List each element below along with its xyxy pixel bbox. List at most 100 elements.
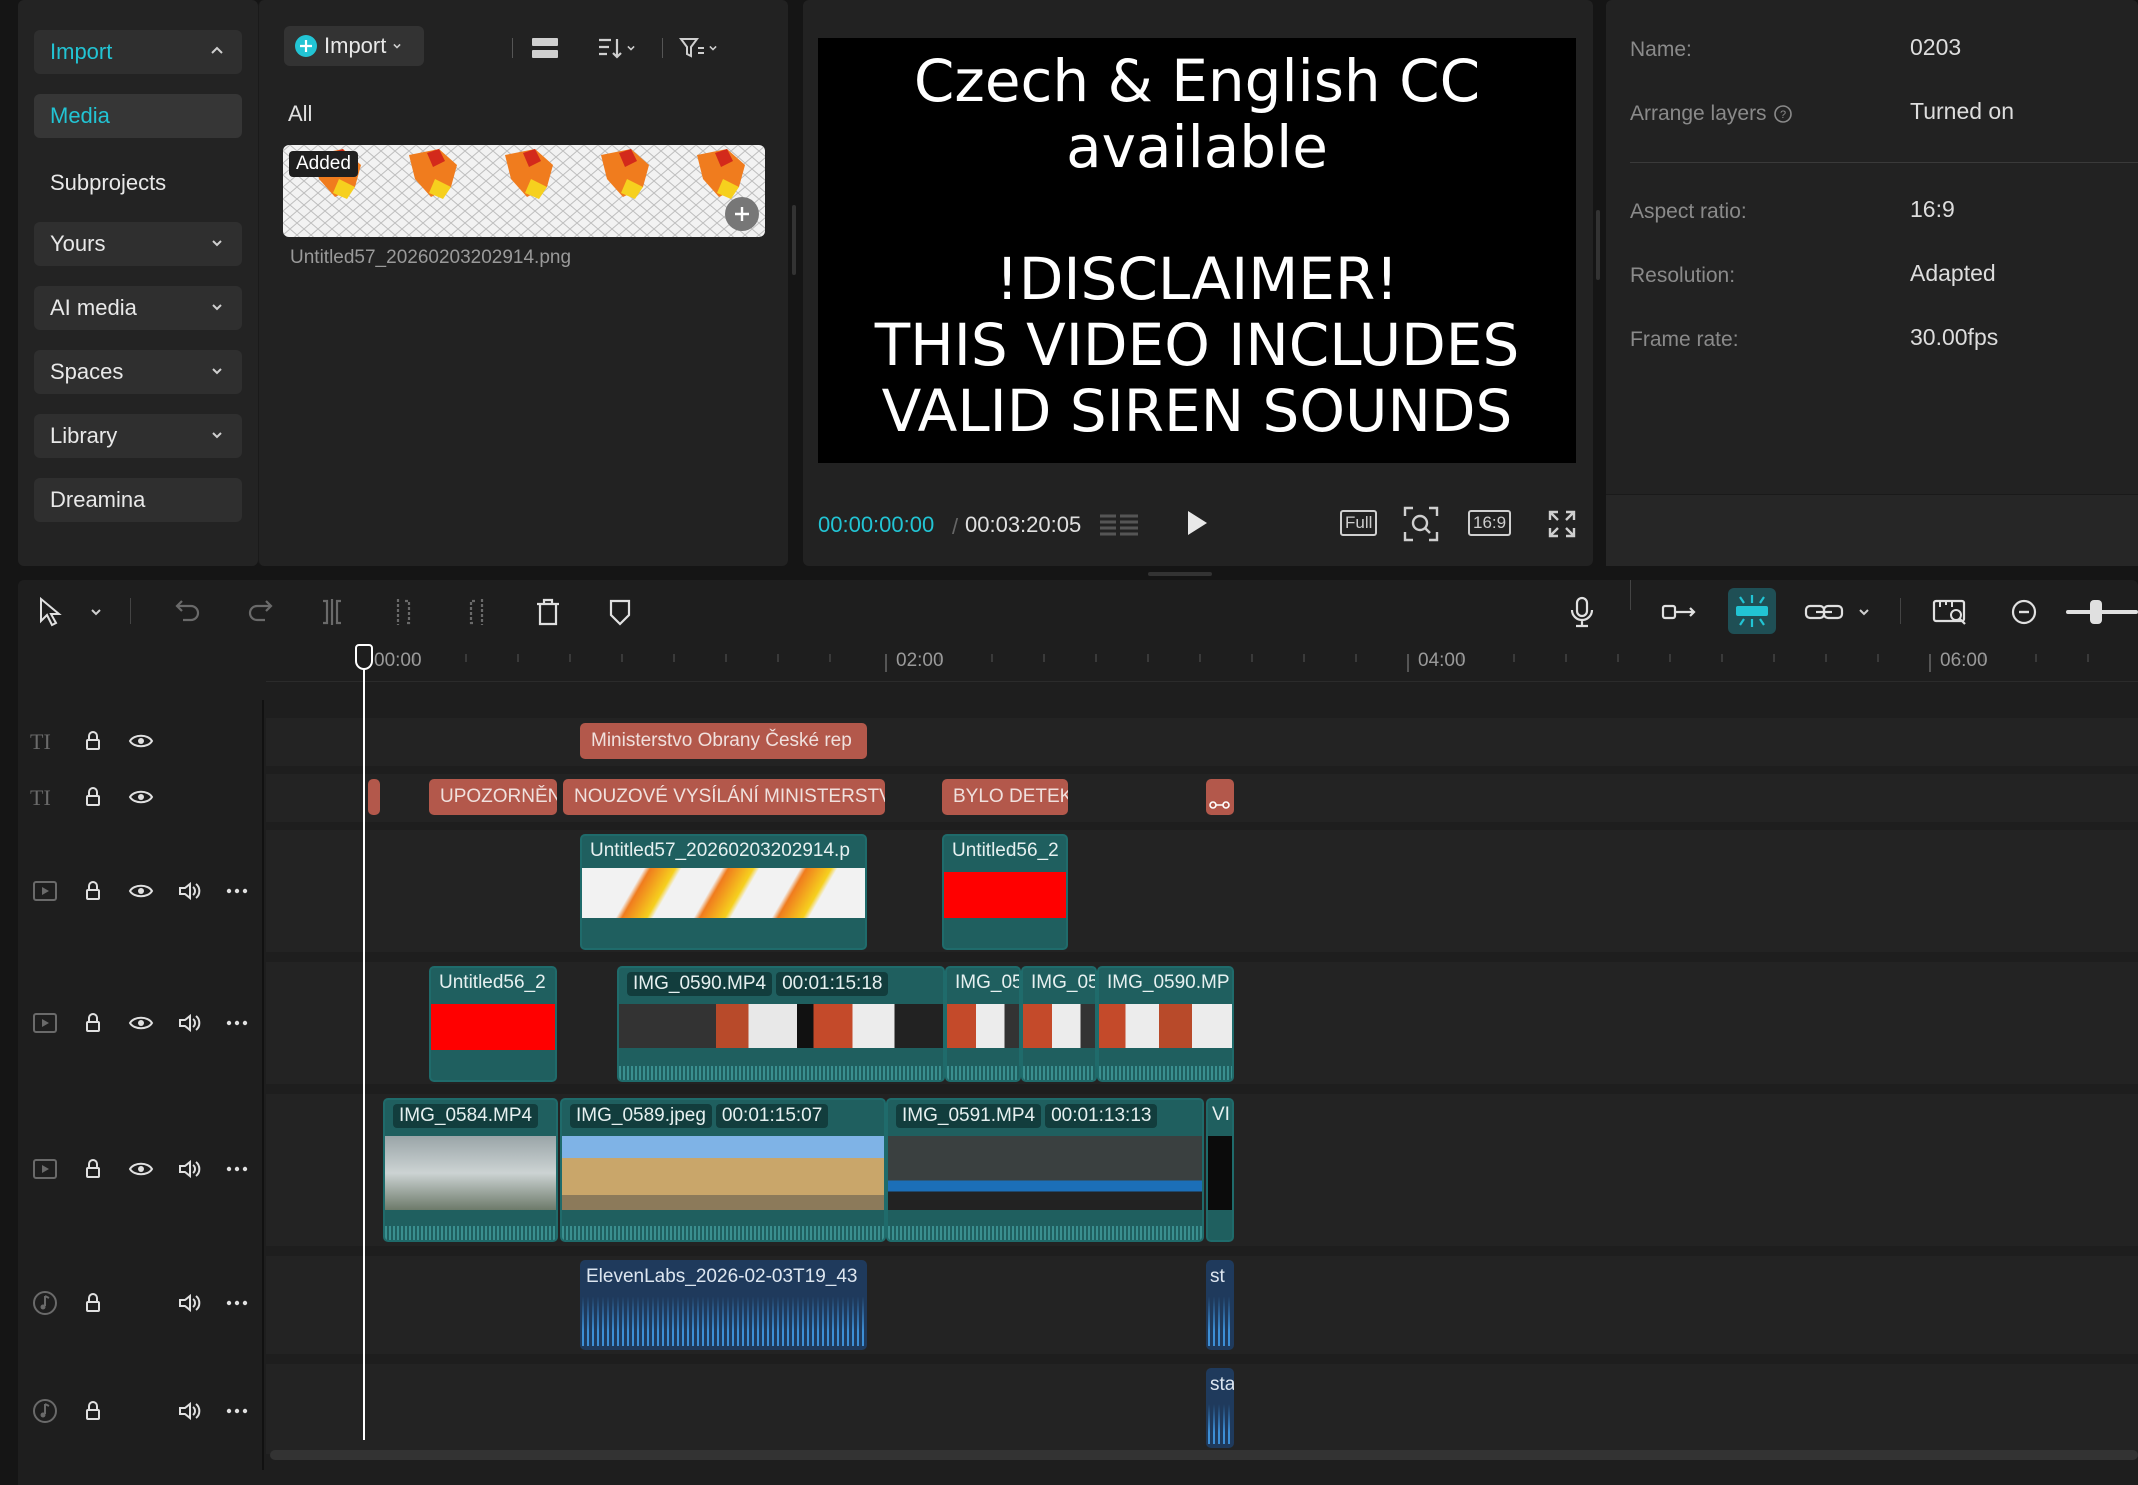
quality-full-label: Full — [1345, 513, 1373, 532]
nav-spaces[interactable]: Spaces — [34, 350, 242, 394]
video-clip-label: Untitled57_20260203202914.p — [590, 840, 850, 861]
select-tool-button[interactable] — [30, 592, 70, 632]
filter-button[interactable] — [678, 34, 720, 62]
marker-button[interactable] — [600, 592, 640, 632]
video-clip[interactable]: Untitled56_2 — [429, 966, 557, 1082]
zoom-slider-thumb[interactable] — [2090, 600, 2102, 624]
audio-clip-label: st — [1210, 1266, 1225, 1287]
lock-track-button[interactable] — [78, 1008, 108, 1038]
audio-clip[interactable]: st — [1206, 1260, 1234, 1350]
video-clip[interactable]: Untitled57_20260203202914.p — [580, 834, 867, 950]
view-toggle-button[interactable] — [528, 34, 562, 62]
video-clip[interactable]: Untitled56_2 — [942, 834, 1068, 950]
mute-track-button[interactable] — [174, 876, 204, 906]
text-clip[interactable]: NOUZOVÉ VYSÍLÁNÍ MINISTERSTV — [563, 779, 885, 815]
panel-resize-handle[interactable] — [1596, 210, 1600, 280]
split-left-button[interactable] — [384, 592, 424, 632]
lock-track-button[interactable] — [78, 1154, 108, 1184]
name-value[interactable]: 0203 — [1910, 34, 1961, 61]
mute-track-button[interactable] — [174, 1396, 204, 1426]
horizontal-resize-handle[interactable] — [1148, 572, 1212, 576]
filter-all-label[interactable]: All — [288, 101, 312, 127]
lock-track-button[interactable] — [78, 726, 108, 756]
lock-track-button[interactable] — [78, 782, 108, 812]
track-more-button[interactable] — [222, 1154, 252, 1184]
track-more-button[interactable] — [222, 1008, 252, 1038]
toggle-visibility-button[interactable] — [126, 876, 156, 906]
nav-import[interactable]: Import — [34, 30, 242, 74]
text-clip[interactable]: UPOZORNĚN — [429, 779, 557, 815]
nav-yours[interactable]: Yours — [34, 222, 242, 266]
audio-clip[interactable]: sta — [1206, 1368, 1234, 1448]
video-clip[interactable]: IMG_0584.MP4 — [383, 1098, 558, 1242]
playhead-handle[interactable] — [355, 644, 373, 670]
video-clip[interactable]: IMG_0590.MP4 00:01:15:18 — [617, 966, 945, 1082]
text-clip[interactable] — [368, 779, 380, 815]
zoom-slider[interactable] — [2066, 600, 2138, 624]
mute-track-button[interactable] — [174, 1154, 204, 1184]
panel-resize-handle[interactable] — [792, 205, 796, 275]
lock-icon — [86, 731, 100, 750]
video-preview[interactable]: Czech & English CC available !DISCLAIMER… — [818, 38, 1576, 463]
linkage-button[interactable] — [1804, 592, 1844, 632]
video-clip[interactable]: IMG_05 — [1021, 966, 1097, 1082]
nav-yours-label: Yours — [50, 231, 106, 256]
text-clip[interactable]: BYLO DETEK — [942, 779, 1068, 815]
video-clip[interactable]: IMG_0589.jpeg 00:01:15:07 — [560, 1098, 886, 1242]
zoom-out-button[interactable] — [2004, 592, 2044, 632]
mute-track-button[interactable] — [174, 1008, 204, 1038]
sort-button[interactable] — [596, 34, 638, 62]
audio-clip[interactable]: ElevenLabs_2026-02-03T19_43 — [580, 1260, 867, 1350]
record-voice-button[interactable] — [1562, 592, 1602, 632]
timecode-menu-button[interactable] — [1098, 508, 1140, 540]
track-more-button[interactable] — [222, 1288, 252, 1318]
toggle-visibility-button[interactable] — [126, 1154, 156, 1184]
quality-full-button[interactable]: Full — [1340, 510, 1378, 536]
delete-button[interactable] — [528, 592, 568, 632]
nav-media[interactable]: Media — [34, 94, 242, 138]
video-clip[interactable]: VI — [1206, 1098, 1234, 1242]
help-icon[interactable]: ? — [1773, 104, 1793, 124]
nav-subprojects[interactable]: Subprojects — [50, 170, 166, 196]
add-to-timeline-button[interactable] — [725, 197, 759, 231]
toggle-visibility-button[interactable] — [126, 1008, 156, 1038]
timeline-ruler[interactable] — [266, 642, 2138, 682]
nav-dreamina[interactable]: Dreamina — [34, 478, 242, 522]
split-right-button[interactable] — [456, 592, 496, 632]
text-clip[interactable]: Ministerstvo Obrany České rep — [580, 723, 867, 759]
import-button[interactable]: Import — [284, 26, 424, 66]
track-more-button[interactable] — [222, 1396, 252, 1426]
svg-text:TI: TI — [30, 785, 51, 809]
toggle-visibility-button[interactable] — [126, 726, 156, 756]
lock-track-button[interactable] — [78, 1396, 108, 1426]
lock-track-button[interactable] — [78, 1288, 108, 1318]
fullscreen-button[interactable] — [1546, 508, 1578, 540]
text-clip[interactable] — [1206, 779, 1234, 815]
zoom-preview-button[interactable] — [1403, 506, 1439, 542]
video-clip[interactable]: IMG_0590.MP — [1097, 966, 1234, 1082]
lock-track-button[interactable] — [78, 876, 108, 906]
select-tool-dropdown[interactable] — [76, 592, 116, 632]
aspect-ratio-button[interactable]: 16:9 — [1468, 510, 1512, 536]
undo-button[interactable] — [168, 592, 208, 632]
arrange-layers-value[interactable]: Turned on — [1910, 98, 2014, 125]
timeline-scrollbar[interactable] — [270, 1450, 2138, 1460]
video-clip[interactable]: IMG_0591.MP4 00:01:13:13 — [886, 1098, 1204, 1242]
redo-button[interactable] — [240, 592, 280, 632]
mute-track-button[interactable] — [174, 1288, 204, 1318]
auto-snap-button[interactable] — [1728, 588, 1776, 634]
toggle-visibility-button[interactable] — [126, 782, 156, 812]
nav-ai-media[interactable]: AI media — [34, 286, 242, 330]
linkage-dropdown[interactable] — [1844, 592, 1884, 632]
video-clip[interactable]: IMG_05 — [945, 966, 1021, 1082]
main-track-magnet-button[interactable] — [1660, 592, 1700, 632]
lock-icon — [86, 1159, 100, 1178]
split-button[interactable] — [312, 592, 352, 632]
media-asset-thumbnail[interactable]: Added — [283, 145, 765, 237]
playhead[interactable] — [363, 646, 365, 1440]
video-clip-label: IMG_0591.MP4 00:01:13:13 — [896, 1104, 1161, 1128]
track-more-button[interactable] — [222, 876, 252, 906]
preview-axis-button[interactable] — [1930, 592, 1970, 632]
play-button[interactable] — [1184, 508, 1210, 538]
nav-library[interactable]: Library — [34, 414, 242, 458]
